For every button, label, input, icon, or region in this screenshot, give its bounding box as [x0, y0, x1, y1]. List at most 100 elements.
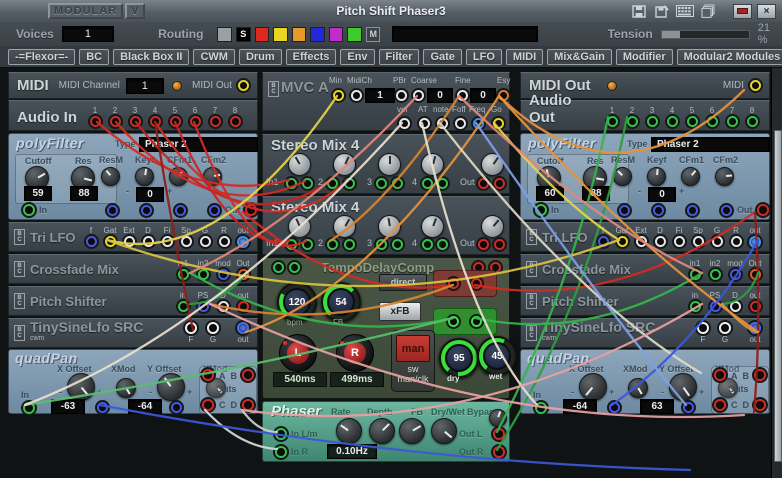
mix-in-jack[interactable] [392, 178, 403, 189]
mvca-midich-field[interactable]: 1 [365, 88, 395, 103]
mod-jack[interactable] [619, 205, 630, 216]
quadpan-out-d-jack[interactable] [754, 399, 766, 411]
bypass-knob[interactable] [489, 409, 507, 427]
cfm2-knob[interactable] [203, 167, 222, 186]
mix-level-knob[interactable] [288, 215, 311, 238]
filter-in-jack[interactable] [23, 204, 35, 216]
crossfade-port-jack[interactable] [709, 268, 721, 280]
scrollbar-thumb[interactable] [774, 130, 782, 462]
layers-icon[interactable] [699, 4, 717, 19]
crossfade-port-jack[interactable] [689, 268, 701, 280]
quadpan-mod-jack[interactable] [171, 402, 182, 413]
tempo-in-jack[interactable] [289, 262, 300, 273]
mvca-note-jack[interactable] [437, 118, 448, 129]
mod-jack[interactable] [175, 205, 186, 216]
mix-out-knob[interactable] [481, 153, 504, 176]
quadpan-out-a-jack[interactable] [714, 369, 726, 381]
filter-type-dropdown[interactable]: Phaser 2 [139, 137, 258, 152]
keyboard-icon[interactable] [676, 4, 694, 19]
quadpan-out-c-jack[interactable] [714, 399, 726, 411]
routing-swatch-magenta[interactable] [328, 26, 344, 42]
mix-out-jack[interactable] [494, 178, 505, 189]
x-offset-knob[interactable] [579, 373, 607, 401]
lfo-port-jack[interactable] [635, 236, 647, 247]
audio-out-module[interactable]: Audio Out 1 2 3 4 5 6 7 8 [520, 92, 770, 131]
lfo-port-jack[interactable] [85, 236, 97, 247]
lfo-port-jack[interactable] [218, 236, 230, 247]
y-offset-knob[interactable] [669, 373, 697, 401]
close-button[interactable]: × [757, 3, 776, 19]
quadpan-module-right[interactable]: quadPan X Offset XMod Y Offset YMod - + … [520, 349, 770, 414]
toolbar-filter[interactable]: Filter [378, 48, 420, 65]
pitch-port-jack[interactable] [729, 300, 741, 312]
stereo-mix-module-2[interactable]: Stereo Mix 4 In1 2 3 4 Out [262, 196, 510, 255]
mix-in-jack[interactable] [286, 178, 297, 189]
dry-knob[interactable]: 95 [439, 338, 479, 378]
quadpan-out-b-jack[interactable] [242, 369, 254, 381]
phaser-out-r-jack[interactable] [493, 446, 505, 458]
tinysine-out-jack[interactable] [237, 322, 249, 334]
toolbar-blackbox[interactable]: Black Box II [113, 48, 190, 65]
midi-in-module[interactable]: MIDI MIDI Channel 1 MIDI Out [8, 72, 258, 99]
lfo-port-jack[interactable] [199, 236, 211, 247]
mix-level-knob[interactable] [333, 153, 356, 176]
audio-in-module[interactable]: Audio In 1 2 3 4 5 6 7 8 [8, 100, 258, 131]
key-offset-value[interactable]: 0 [136, 187, 164, 202]
tempo-green-jack[interactable] [471, 316, 482, 327]
pitch-shifter-module-left[interactable]: BC Pitch Shifter in PS D out [8, 286, 258, 316]
man-button[interactable]: man [396, 335, 430, 362]
mvca-min-jack[interactable] [333, 90, 344, 101]
routing-swatch-blue[interactable] [310, 26, 325, 42]
lfo-out-jack[interactable] [749, 236, 761, 248]
key-offset-value[interactable]: 0 [648, 187, 676, 202]
toolbar-mixgain[interactable]: Mix&Gain [547, 48, 612, 65]
phaser-out-l-jack[interactable] [493, 428, 505, 440]
midi-channel-field[interactable]: 1 [125, 77, 164, 94]
depth-knob[interactable] [369, 418, 395, 444]
audio-in-jack[interactable] [169, 116, 181, 127]
phaser-module[interactable]: Phaser Rate Depth FB Dry/Wet Bypass In L… [262, 401, 510, 462]
audio-in-jack[interactable] [129, 116, 141, 127]
y-offset-knob[interactable] [157, 373, 185, 401]
mvca-foff-jack[interactable] [455, 118, 466, 129]
mute-button[interactable]: M [365, 26, 381, 42]
filter-out-jack[interactable] [757, 204, 769, 216]
crossfade-port-jack[interactable] [177, 268, 189, 280]
quadpan-out-a-jack[interactable] [202, 369, 214, 381]
routing-swatch-yellow[interactable] [273, 26, 288, 42]
lfo-port-jack[interactable] [711, 236, 723, 247]
mix-level-knob[interactable] [288, 153, 311, 176]
mvca-freq-jack[interactable] [473, 118, 484, 129]
quadpan-out-d-jack[interactable] [242, 399, 254, 411]
pitch-out-jack[interactable] [749, 300, 761, 312]
audio-in-jack[interactable] [149, 116, 161, 127]
mod-jack[interactable] [687, 205, 698, 216]
routing-swatch-gray[interactable] [217, 26, 232, 42]
tri-lfo-module-right[interactable]: BC Tri LFO f Gat Ext D Fi Sp G R out [520, 222, 770, 252]
quadpan-mod-jack[interactable] [609, 402, 620, 413]
polyfilter-module-left[interactable]: polyFilter Type Phaser 2 Cutoff 59 Res 8… [8, 133, 258, 220]
mix-in-jack[interactable] [437, 239, 448, 250]
tinysine-port-jack[interactable] [185, 322, 197, 334]
mix-in-jack[interactable] [376, 239, 387, 250]
keyf-knob[interactable] [647, 167, 666, 186]
crossfade-port-jack[interactable] [729, 268, 741, 280]
mix-in-jack[interactable] [422, 239, 433, 250]
toolbar-gate[interactable]: Gate [423, 48, 462, 65]
tinysine-module-right[interactable]: BC TinySineLfo SRC cwm F G out [520, 318, 770, 348]
pitch-port-jack[interactable] [177, 300, 189, 312]
cutoff-value[interactable]: 59 [24, 186, 52, 201]
mix-in-jack[interactable] [286, 239, 297, 250]
preset-name-field[interactable] [392, 26, 538, 42]
quadpan-mod-jack[interactable] [683, 402, 694, 413]
pitch-out-jack[interactable] [237, 300, 249, 312]
keyf-knob[interactable] [135, 167, 154, 186]
mix-in-jack[interactable] [344, 178, 355, 189]
mod-jack[interactable] [107, 205, 118, 216]
crossfade-port-jack[interactable] [197, 268, 209, 280]
crossfade-module-right[interactable]: BC Crossfade Mix in1 in2 mod Out [520, 254, 770, 284]
audio-out-jack[interactable] [746, 116, 758, 127]
xfb-button[interactable]: xFB [379, 302, 421, 321]
mod-jack[interactable] [653, 205, 664, 216]
toolbar-bc[interactable]: BC [79, 48, 110, 65]
